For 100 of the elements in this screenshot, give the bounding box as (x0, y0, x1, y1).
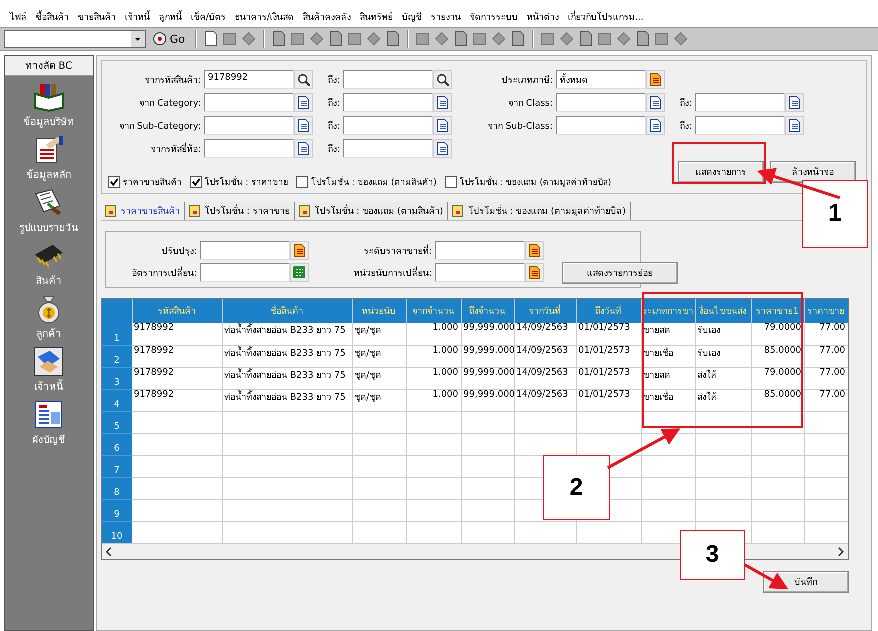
checkbox[interactable]: โปรโมชั่น : ของแถม (ตามมูลค่าท้ายบิล) (444, 175, 612, 189)
toolbar-icon[interactable] (203, 31, 220, 47)
input-field[interactable] (695, 93, 785, 112)
toolbar-icon[interactable] (453, 31, 470, 47)
table-cell: ชุด/ชุด (352, 367, 406, 389)
table-cell: 99,999.000 (461, 367, 514, 389)
field-label: จาก Class: (507, 98, 554, 110)
document-icon (298, 118, 310, 132)
toolbar-icon[interactable] (271, 31, 288, 47)
sidebar-item[interactable]: รูปแบบรายวัน (20, 188, 78, 235)
sidebar-item[interactable]: เจ้าหนี้ (32, 347, 66, 394)
toolbar-icon[interactable] (385, 31, 402, 47)
tab[interactable]: โปรโมชั่น : ของแถม (ตามสินค้า) (294, 202, 448, 220)
scroll-left-icon[interactable] (105, 546, 113, 556)
sidebar-item[interactable]: ข้อมูลหลัก (26, 135, 72, 182)
sidebar-item[interactable]: ลูกค้า (32, 294, 66, 341)
menu-item[interactable]: ขายสินค้า (78, 10, 116, 27)
action-button[interactable]: แสดงรายการ (678, 161, 764, 183)
lookup-button[interactable] (433, 70, 452, 89)
input-field[interactable] (556, 116, 646, 135)
menu-item[interactable]: จัดการระบบ (470, 10, 518, 27)
sidebar-item[interactable]: ผังบัญชี (32, 400, 66, 447)
field-label: จาก Category: (138, 98, 202, 110)
input-field[interactable] (200, 263, 290, 282)
menu-item[interactable]: ธนาคาร/เงินสด (235, 10, 294, 27)
table-cell: 77.00 (804, 323, 848, 345)
input-field[interactable] (204, 93, 294, 112)
lookup-button[interactable] (525, 263, 544, 282)
lookup-button[interactable] (294, 93, 313, 112)
table-cell: ท่อน้ำทิ้งสายอ่อน B233 ยาว 75 (222, 367, 352, 389)
books-icon (32, 82, 66, 112)
document-icon (298, 96, 310, 110)
input-field[interactable] (556, 93, 646, 112)
row-number: 9 (102, 499, 132, 521)
menu-item[interactable]: ลูกหนี้ (159, 10, 182, 27)
lookup-button[interactable] (646, 70, 665, 89)
table-cell: ขายสด (641, 367, 695, 389)
table-cell: 85.0000 (751, 389, 804, 411)
menu-item[interactable]: เจ้าหนี้ (125, 10, 150, 27)
row-number: 10 (102, 521, 132, 543)
input-field[interactable] (204, 116, 294, 135)
input-field[interactable] (435, 241, 525, 260)
input-field[interactable] (204, 139, 294, 158)
document-icon (650, 118, 662, 132)
table-cell: 77.00 (804, 389, 848, 411)
input-field[interactable] (695, 116, 785, 135)
lookup-button[interactable] (785, 93, 804, 112)
sidebar-item[interactable]: สินค้า (32, 241, 66, 288)
input-field[interactable]: ทั้งหมด (556, 70, 646, 89)
field-label: ประเภทภาษี: (500, 74, 554, 86)
menu-item[interactable]: ไฟล์ (10, 10, 27, 27)
input-field[interactable] (200, 241, 290, 260)
menu-item[interactable]: สินทรัพย์ (360, 10, 394, 27)
menu-item[interactable]: รายงาน (431, 10, 462, 27)
save-button[interactable]: บันทึก (763, 571, 849, 593)
go-button[interactable]: Go (149, 32, 190, 46)
lookup-button[interactable] (290, 241, 309, 260)
lookup-button[interactable] (294, 116, 313, 135)
lookup-button[interactable] (433, 93, 452, 112)
menu-item[interactable]: เช็ค/บัตร (191, 10, 226, 27)
field-label: หน่วยนับการเปลี่ยน: (352, 266, 433, 280)
step-number: 2 (543, 455, 610, 520)
lookup-button[interactable] (525, 241, 544, 260)
menu-item[interactable]: เกี่ยวกับโปรแกรม... (568, 10, 644, 27)
field-label: ถึง: (326, 120, 341, 132)
toolbar-icon[interactable] (635, 31, 652, 47)
search-combo[interactable] (4, 30, 146, 48)
row-number: 1 (102, 323, 132, 345)
lookup-button[interactable] (646, 116, 665, 135)
tab[interactable]: โปรโมชั่น : ราคาขาย (185, 202, 295, 220)
document-icon (294, 244, 306, 258)
row-number: 4 (102, 389, 132, 411)
checkbox[interactable]: ราคาขายสินค้า (108, 175, 182, 189)
scroll-right-icon[interactable] (837, 546, 845, 556)
checkbox[interactable]: โปรโมชั่น : ราคาขาย (190, 175, 288, 189)
menu-item[interactable]: หน้าต่าง (527, 10, 560, 27)
menu-item[interactable]: ซื้อสินค้า (36, 10, 69, 27)
checkbox[interactable]: โปรโมชั่น : ของแถม (ตามสินค้า) (296, 175, 437, 189)
input-field[interactable] (343, 116, 433, 135)
menu-item[interactable]: สินค้าคงคลัง (303, 10, 352, 27)
lookup-button[interactable] (433, 139, 452, 158)
document-icon (788, 96, 800, 110)
show-sub-items-button[interactable]: แสดงรายการย่อย (562, 262, 678, 284)
sidebar-item[interactable]: ข้อมูลบริษัท (24, 82, 74, 129)
lookup-button[interactable] (785, 116, 804, 135)
input-field[interactable] (435, 263, 525, 282)
input-field[interactable]: 9178992 (204, 70, 294, 89)
toolbar-icon[interactable] (328, 31, 344, 47)
lookup-button[interactable] (294, 70, 313, 89)
lookup-button[interactable] (433, 116, 452, 135)
input-field[interactable] (343, 139, 433, 158)
document-icon (650, 96, 662, 110)
toolbar-icon[interactable] (510, 31, 526, 47)
input-field[interactable] (343, 93, 433, 112)
menu-item[interactable]: บัญชี (402, 10, 422, 27)
lookup-button[interactable] (646, 93, 665, 112)
input-field[interactable] (343, 70, 433, 89)
toolbar-icon[interactable] (578, 31, 594, 47)
tab[interactable]: โปรโมชั่น : ของแถม (ตามมูลค่าท้ายบิล) (448, 202, 632, 220)
lookup-button[interactable] (294, 139, 313, 158)
